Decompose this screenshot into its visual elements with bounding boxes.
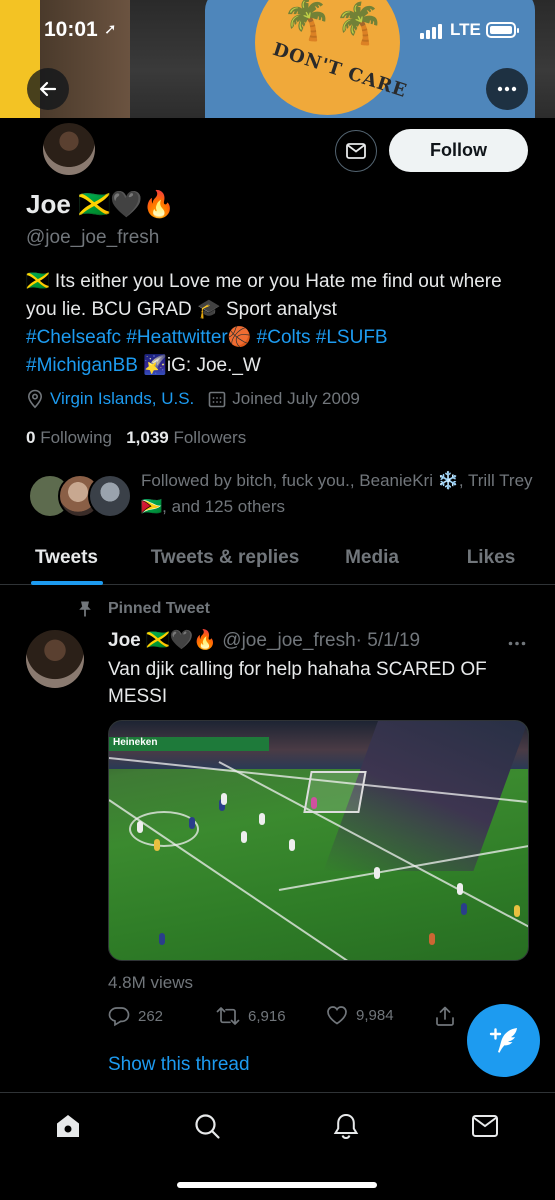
followers-label: Followers: [173, 428, 247, 447]
player: [154, 839, 160, 851]
bio-text: 🇯🇲 Its either you Love me or you Hate me…: [26, 271, 502, 320]
heart-icon: [327, 1006, 347, 1025]
advert-board: Heineken: [109, 737, 269, 751]
tab-media[interactable]: Media: [317, 530, 427, 585]
share-icon: [436, 1006, 454, 1026]
reply-count: 262: [138, 1007, 164, 1025]
player: [514, 905, 520, 917]
reply-button[interactable]: 262: [108, 1005, 163, 1027]
player: [159, 933, 165, 945]
tweet-text: Van djik calling for help hahaha SCARED …: [108, 659, 487, 707]
location-arrow-icon: ➚: [104, 21, 117, 38]
ellipsis-icon: [508, 641, 526, 646]
profile-meta: Virgin Islands, U.S. Joined July 2009: [26, 389, 360, 409]
hashtag-link[interactable]: #Chelseafc: [26, 327, 121, 348]
player: [374, 867, 380, 879]
tweet-date[interactable]: · 5/1/19: [356, 630, 420, 651]
calendar-icon: [208, 391, 226, 408]
following-count: 0: [26, 428, 36, 447]
back-button[interactable]: [27, 68, 69, 110]
player: [221, 793, 227, 805]
compose-tweet-button[interactable]: [467, 1004, 540, 1077]
retweet-button[interactable]: 6,916: [216, 1005, 286, 1027]
player: [457, 883, 463, 895]
tweet-author-handle[interactable]: @joe_joe_fresh: [222, 630, 355, 651]
player: [311, 797, 317, 809]
network-label: LTE: [450, 20, 481, 39]
player: [429, 933, 435, 945]
hashtag-link[interactable]: #Colts: [257, 327, 311, 348]
profile-avatar[interactable]: [40, 120, 98, 178]
pinned-text: Pinned Tweet: [108, 600, 210, 617]
ellipsis-icon: [497, 86, 517, 92]
profile-tabs: Tweets Tweets & replies Media Likes: [0, 530, 555, 585]
envelope-icon: [346, 143, 366, 159]
signal-icon: [420, 24, 442, 39]
avatar: [88, 474, 132, 518]
followers-count: 1,039: [126, 428, 169, 447]
battery-icon: [486, 22, 519, 38]
profile-name: Joe 🇯🇲🖤🔥: [26, 189, 176, 219]
pin-icon: [79, 601, 91, 617]
mutual-followers-avatars[interactable]: [28, 474, 132, 518]
home-indicator[interactable]: [177, 1182, 377, 1188]
bio-instagram: 🌠iG: Joe._W: [143, 355, 261, 376]
message-button[interactable]: [335, 130, 377, 172]
like-count: 9,984: [356, 1006, 394, 1024]
profile-bio: 🇯🇲 Its either you Love me or you Hate me…: [26, 268, 536, 380]
player: [259, 813, 265, 825]
tab-tweets-replies[interactable]: Tweets & replies: [133, 530, 317, 585]
tab-likes[interactable]: Likes: [427, 530, 555, 585]
reply-icon: [108, 1007, 130, 1027]
status-bar: 10:01 ➚ LTE: [0, 0, 555, 60]
tab-tweets[interactable]: Tweets: [0, 530, 133, 585]
more-options-button[interactable]: [486, 68, 528, 110]
feather-plus-icon: [489, 1027, 517, 1053]
following-link[interactable]: 0 Following: [26, 428, 112, 447]
follow-counts: 0 Following 1,039 Followers: [26, 428, 246, 448]
tweet-views: 4.8M views: [108, 973, 194, 992]
retweet-icon: [216, 1007, 240, 1025]
nav-home[interactable]: [48, 1111, 88, 1141]
followers-link[interactable]: 1,039 Followers: [126, 428, 246, 447]
tweet-more-button[interactable]: [508, 630, 526, 651]
like-button[interactable]: 9,984: [326, 1005, 394, 1025]
followed-by-text[interactable]: Followed by bitch, fuck you., BeanieKri …: [141, 468, 536, 520]
player: [241, 831, 247, 843]
follow-button[interactable]: Follow: [389, 129, 528, 172]
tweet-actions: 262 6,916 9,984: [108, 1005, 468, 1029]
player: [461, 903, 467, 915]
search-icon: [195, 1114, 220, 1139]
status-time: 10:01: [44, 18, 98, 41]
retweet-count: 6,916: [248, 1007, 286, 1025]
tweet-author-name[interactable]: Joe 🇯🇲🖤🔥: [108, 630, 217, 651]
bell-icon: [333, 1113, 359, 1140]
player: [189, 817, 195, 829]
hashtag-link[interactable]: #Heattwitter🏀: [126, 327, 251, 348]
arrow-left-icon: [39, 81, 57, 97]
share-button[interactable]: [434, 1005, 456, 1027]
nav-notifications[interactable]: [326, 1111, 366, 1141]
hashtag-link[interactable]: #MichiganBB: [26, 355, 138, 376]
player: [289, 839, 295, 851]
profile-handle: @joe_joe_fresh: [26, 227, 160, 248]
profile-location[interactable]: Virgin Islands, U.S.: [50, 389, 194, 409]
profile-joined: Joined July 2009: [232, 389, 360, 408]
player: [137, 821, 143, 833]
nav-messages[interactable]: [465, 1111, 505, 1141]
tweet-header: Joe 🇯🇲🖤🔥 @joe_joe_fresh· 5/1/19: [108, 628, 420, 652]
nav-search[interactable]: [187, 1111, 227, 1141]
following-label: Following: [40, 428, 113, 447]
hashtag-link[interactable]: #LSUFB: [316, 327, 388, 348]
tweet-video[interactable]: Heineken: [108, 720, 529, 961]
home-icon: [57, 1115, 79, 1137]
location-pin-icon: [27, 389, 43, 409]
tweet-author-avatar[interactable]: [26, 630, 84, 688]
show-thread-link[interactable]: Show this thread: [108, 1054, 250, 1076]
envelope-icon: [472, 1115, 498, 1137]
pinned-label: Pinned Tweet: [76, 600, 210, 618]
